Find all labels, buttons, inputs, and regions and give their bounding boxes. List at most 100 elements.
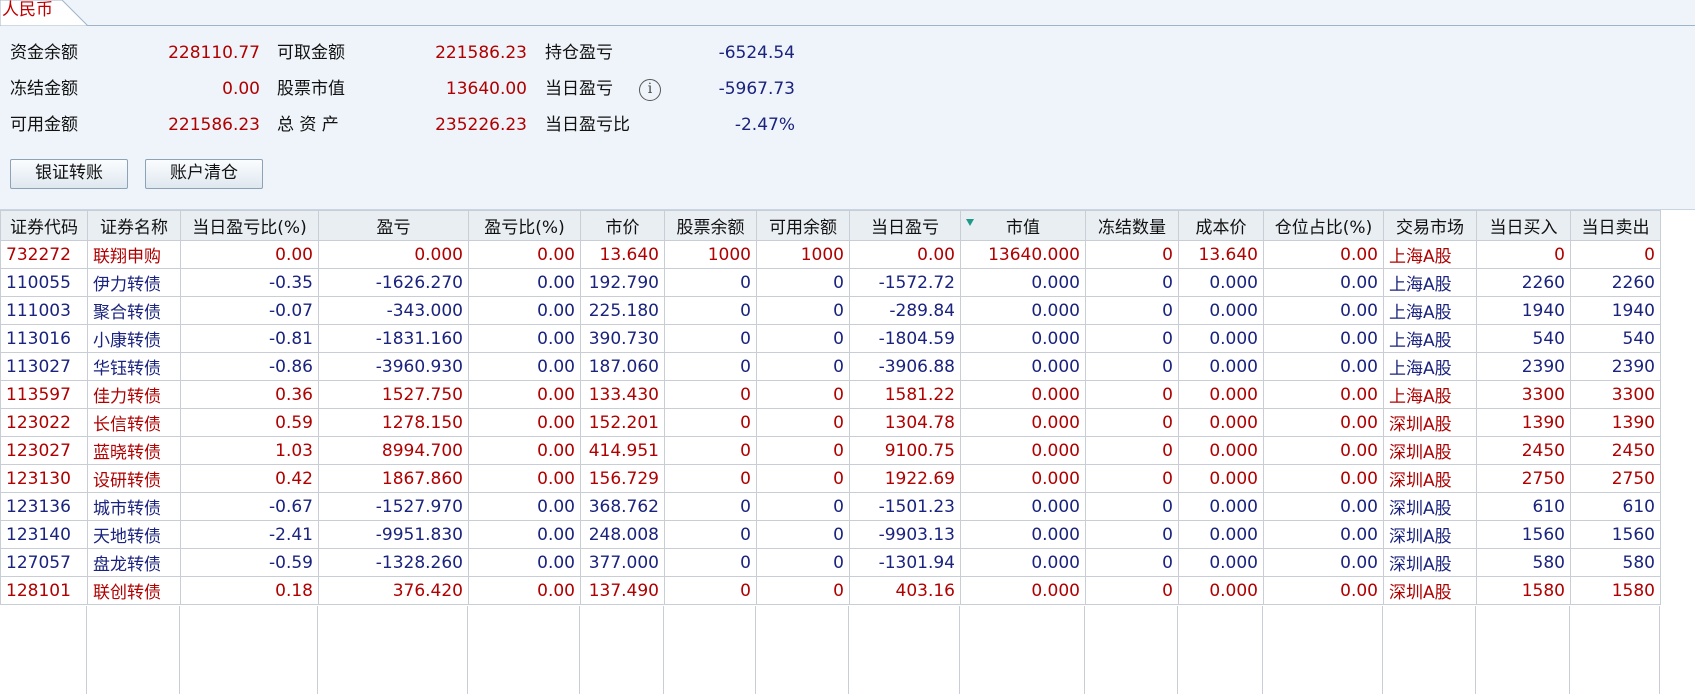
column-header-pl-ratio[interactable]: 盈亏比(%) [468,210,581,241]
daily-pl-ratio-label: 当日盈亏比 [545,115,630,135]
cell-market-value: 13640.000 [960,240,1086,269]
cell-cost-price: 0.000 [1178,352,1264,381]
cell-stock-balance: 0 [664,408,757,437]
column-header-label: 市价 [605,218,640,238]
cell-code: 123022 [0,408,88,437]
cell-price: 187.060 [580,352,665,381]
cell-position-ratio: 0.00 [1263,240,1384,269]
table-row[interactable]: 113597 佳力转债 0.36 1527.750 0.00 133.430 0 0 1581.… [0,380,1661,409]
available-value: 221586.23 [168,115,260,135]
position-pl-value: -6524.54 [718,43,795,63]
table-row[interactable]: 113016 小康转债 -0.81 -1831.160 0.00 390.730 0 0 -18… [0,324,1661,353]
column-header-stock-balance[interactable]: 股票余额 [664,210,757,241]
cell-cost-price: 0.000 [1178,408,1264,437]
cell-price: 137.490 [580,576,665,605]
column-header-label: 股票余额 [676,218,745,238]
column-header-label: 冻结数量 [1098,218,1166,238]
cell-market-value: 0.000 [960,576,1086,605]
cell-daily-pl: -1804.59 [849,324,961,353]
column-header-position-ratio[interactable]: 仓位占比(%) [1263,210,1384,241]
column-header-name[interactable]: 证券名称 [87,210,181,241]
cell-market: 上海A股 [1383,296,1477,325]
cell-pl: 376.420 [318,576,469,605]
cell-market: 深圳A股 [1383,520,1477,549]
tab-rmb[interactable]: 人民币 [0,0,92,27]
table-row[interactable]: 123136 城市转债 -0.67 -1527.970 0.00 368.762 0 0 -15… [0,492,1661,521]
cell-daily-sell: 1560 [1570,520,1661,549]
table-row[interactable]: 123140 天地转债 -2.41 -9951.830 0.00 248.008 0 0 -99… [0,520,1661,549]
column-header-available-balance[interactable]: 可用余额 [756,210,850,241]
cell-market-value: 0.000 [960,408,1086,437]
column-header-label: 可用余额 [769,218,837,238]
frozen-label: 冻结金额 [10,79,78,99]
cell-price: 13.640 [580,240,665,269]
column-header-label: 证券代码 [10,218,78,238]
cell-code: 128101 [0,576,88,605]
column-header-price[interactable]: 市价 [580,210,665,241]
cell-frozen-qty: 0 [1085,240,1179,269]
cell-code: 113597 [0,380,88,409]
cell-daily-sell: 2260 [1570,268,1661,297]
cell-price: 133.430 [580,380,665,409]
cell-available-balance: 0 [756,492,850,521]
withdrawable-value: 221586.23 [435,43,527,63]
info-icon[interactable]: i [639,79,661,101]
column-header-cost-price[interactable]: 成本价 [1178,210,1264,241]
table-row[interactable]: 123130 设研转债 0.42 1867.860 0.00 156.729 0 0 1922.… [0,464,1661,493]
column-header-market-value[interactable]: 市值 [960,210,1086,241]
table-row[interactable]: 127057 盘龙转债 -0.59 -1328.260 0.00 377.000 0 0 -13… [0,548,1661,577]
cell-pl: 0.000 [318,240,469,269]
column-header-label: 盈亏 [376,218,411,238]
grid-line [1177,606,1178,694]
table-row[interactable]: 123027 蓝晓转债 1.03 8994.700 0.00 414.951 0 0 9100.… [0,436,1661,465]
table-row[interactable]: 113027 华钰转债 -0.86 -3960.930 0.00 187.060 0 0 -39… [0,352,1661,381]
table-row[interactable]: 123022 长信转债 0.59 1278.150 0.00 152.201 0 0 1304.… [0,408,1661,437]
cell-position-ratio: 0.00 [1263,576,1384,605]
bank-transfer-button[interactable]: 银证转账 [10,159,128,189]
cell-code: 110055 [0,268,88,297]
cell-daily-pl: -9903.13 [849,520,961,549]
cell-name: 盘龙转债 [87,548,181,577]
table-row[interactable]: 110055 伊力转债 -0.35 -1626.270 0.00 192.790 0 0 -15… [0,268,1661,297]
column-header-code[interactable]: 证券代码 [0,210,88,241]
column-header-daily-pl[interactable]: 当日盈亏 [849,210,961,241]
cell-pl-ratio: 0.00 [468,492,581,521]
cell-available-balance: 0 [756,548,850,577]
grid-line [848,606,849,694]
table-row[interactable]: 128101 联创转债 0.18 376.420 0.00 137.490 0 0 403.16… [0,576,1661,605]
column-header-pl[interactable]: 盈亏 [318,210,469,241]
cell-daily-sell: 3300 [1570,380,1661,409]
cell-pl-ratio: 0.00 [468,408,581,437]
table-row[interactable]: 111003 聚合转债 -0.07 -343.000 0.00 225.180 0 0 -289… [0,296,1661,325]
table-row[interactable]: 732272 联翔申购 0.00 0.000 0.00 13.640 1000 1000 0.0… [0,240,1661,269]
column-header-daily-buy[interactable]: 当日买入 [1476,210,1571,241]
cell-cost-price: 0.000 [1178,436,1264,465]
column-header-market[interactable]: 交易市场 [1383,210,1477,241]
cell-daily-pl-ratio: 0.00 [180,240,319,269]
currency-tab-bar: 人民币 [0,0,1695,27]
cell-market-value: 0.000 [960,492,1086,521]
column-header-daily-pl-ratio[interactable]: 当日盈亏比(%) [180,210,319,241]
cell-position-ratio: 0.00 [1263,548,1384,577]
cell-cost-price: 0.000 [1178,492,1264,521]
cell-stock-balance: 0 [664,352,757,381]
cell-market: 上海A股 [1383,380,1477,409]
cell-name: 小康转债 [87,324,181,353]
cell-daily-buy: 2750 [1476,464,1571,493]
table-header-row: 证券代码 证券名称 当日盈亏比(%) 盈亏 盈亏比(%) 市价 股票余额 可用余额 当日盈亏 市值… [0,210,1661,241]
column-header-label: 当日卖出 [1581,218,1650,238]
cell-cost-price: 0.000 [1178,380,1264,409]
cell-daily-buy: 610 [1476,492,1571,521]
cell-pl-ratio: 0.00 [468,324,581,353]
cell-pl: 1527.750 [318,380,469,409]
cell-daily-sell: 2450 [1570,436,1661,465]
clear-account-button[interactable]: 账户清仓 [145,159,263,189]
cell-name: 天地转债 [87,520,181,549]
cell-market: 深圳A股 [1383,436,1477,465]
column-header-frozen-qty[interactable]: 冻结数量 [1085,210,1179,241]
column-header-daily-sell[interactable]: 当日卖出 [1570,210,1661,241]
cell-pl: -1328.260 [318,548,469,577]
cell-available-balance: 0 [756,520,850,549]
cell-position-ratio: 0.00 [1263,268,1384,297]
cell-market-value: 0.000 [960,268,1086,297]
